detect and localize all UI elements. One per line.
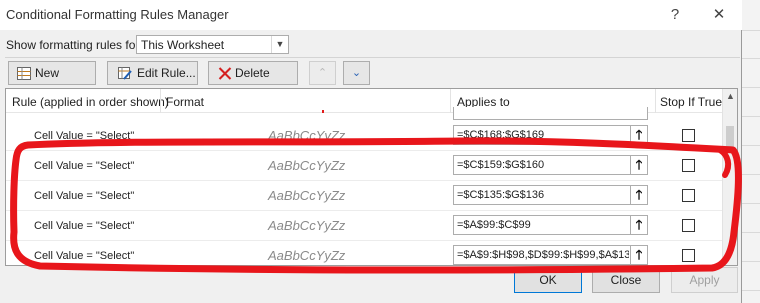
applies-to-field[interactable]: =$C$168:$G$169 🡑 [453, 125, 648, 145]
rule-description: Cell Value = "Select" [34, 220, 135, 232]
applies-to-value: =$C$135:$G$136 [457, 189, 545, 201]
chevron-down-icon: ⌄ [351, 67, 362, 79]
applies-to-field[interactable]: =$C$135:$G$136 🡑 [453, 185, 648, 205]
show-rules-label: Show formatting rules for: [6, 38, 143, 52]
ok-button[interactable]: OK [514, 267, 582, 293]
edit-rule-icon [118, 67, 132, 80]
new-rule-icon [17, 67, 31, 80]
col-format-header: Format [166, 95, 205, 109]
move-up-button[interactable]: ⌃ [309, 61, 336, 85]
applies-to-field[interactable]: =$A$9:$H$98,$D$99:$H$99,$A$137:$ 🡑 [453, 245, 648, 265]
chevron-down-icon[interactable]: ▼ [271, 36, 288, 53]
stop-if-true-checkbox[interactable] [682, 129, 695, 142]
collapse-dialog-icon[interactable]: 🡑 [630, 126, 647, 144]
show-rules-value: This Worksheet [141, 38, 225, 52]
stop-if-true-checkbox[interactable] [682, 189, 695, 202]
applies-to-value: =$C$159:$G$160 [457, 159, 545, 171]
spreadsheet-background [740, 0, 760, 303]
delete-rule-button[interactable]: Delete Rule [208, 61, 298, 102]
applies-to-value: =$A$99:$C$99 [457, 219, 531, 231]
chevron-up-icon: ⌃ [317, 67, 328, 79]
rule-description: Cell Value = "Select" [34, 190, 135, 202]
delete-x-icon [218, 67, 232, 80]
dialog-title: Conditional Formatting Rules Manager [6, 7, 229, 22]
move-down-button[interactable]: ⌄ [343, 61, 370, 85]
rules-manager-dialog: Conditional Formatting Rules Manager ? ✕… [0, 0, 742, 303]
stop-if-true-checkbox[interactable] [682, 219, 695, 232]
applies-to-field[interactable]: =$A$99:$C$99 🡑 [453, 215, 648, 235]
table-row[interactable]: Cell Value = "Select" AaBbCcYyZz =$C$135… [6, 181, 723, 211]
table-row[interactable]: Cell Value = "Select" AaBbCcYyZz =$C$168… [6, 121, 723, 151]
collapse-dialog-icon[interactable]: 🡑 [630, 216, 647, 234]
stop-if-true-checkbox[interactable] [682, 249, 695, 262]
edit-rule-label: Edit Rule... [137, 66, 196, 80]
title-bar: Conditional Formatting Rules Manager ? ✕ [0, 0, 742, 30]
rule-description: Cell Value = "Select" [34, 250, 135, 262]
table-row[interactable]: Cell Value = "Select" AaBbCcYyZz =$A$99:… [6, 211, 723, 241]
applies-to-value: =$C$168:$G$169 [457, 129, 545, 141]
table-row[interactable]: Cell Value = "Select" AaBbCcYyZz =$A$9:$… [6, 241, 723, 265]
format-preview: AaBbCcYyZz [268, 248, 346, 263]
table-row[interactable]: Cell Value = "Select" AaBbCcYyZz =$C$159… [6, 151, 723, 181]
applies-to-field[interactable]: =$C$159:$G$160 🡑 [453, 155, 648, 175]
help-button[interactable]: ? [660, 3, 690, 27]
applies-to-value: =$A$9:$H$98,$D$99:$H$99,$A$137:$ [457, 249, 629, 261]
rule-description: Cell Value = "Select" [34, 160, 135, 172]
apply-button[interactable]: Apply [671, 267, 738, 293]
partial-row-above [6, 107, 723, 121]
scroll-down-icon[interactable]: ▼ [723, 249, 737, 259]
rule-description: Cell Value = "Select" [34, 130, 135, 142]
format-preview: AaBbCcYyZz [268, 158, 346, 173]
format-preview: AaBbCcYyZz [268, 128, 346, 143]
scroll-up-icon[interactable]: ▲ [723, 91, 737, 101]
collapse-dialog-icon[interactable]: 🡑 [630, 246, 647, 264]
scrollbar-thumb[interactable] [726, 126, 734, 152]
close-button[interactable]: Close [592, 267, 660, 293]
col-stop-header: Stop If True [660, 95, 723, 109]
new-rule-button[interactable]: New Rule... [8, 61, 96, 102]
close-window-button[interactable]: ✕ [704, 3, 734, 27]
collapse-dialog-icon[interactable]: 🡑 [630, 156, 647, 174]
toolbar-divider [5, 57, 740, 58]
rules-table: Rule (applied in order shown) Format App… [5, 88, 738, 266]
col-rule-header: Rule (applied in order shown) [12, 95, 169, 109]
vertical-scrollbar[interactable]: ▲ ▼ [722, 89, 737, 265]
show-rules-dropdown[interactable]: This Worksheet ▼ [136, 35, 289, 54]
format-preview: AaBbCcYyZz [268, 188, 346, 203]
format-preview: AaBbCcYyZz [268, 218, 346, 233]
edit-rule-button[interactable]: Edit Rule... [107, 61, 198, 85]
stop-if-true-checkbox[interactable] [682, 159, 695, 172]
collapse-dialog-icon[interactable]: 🡑 [630, 186, 647, 204]
